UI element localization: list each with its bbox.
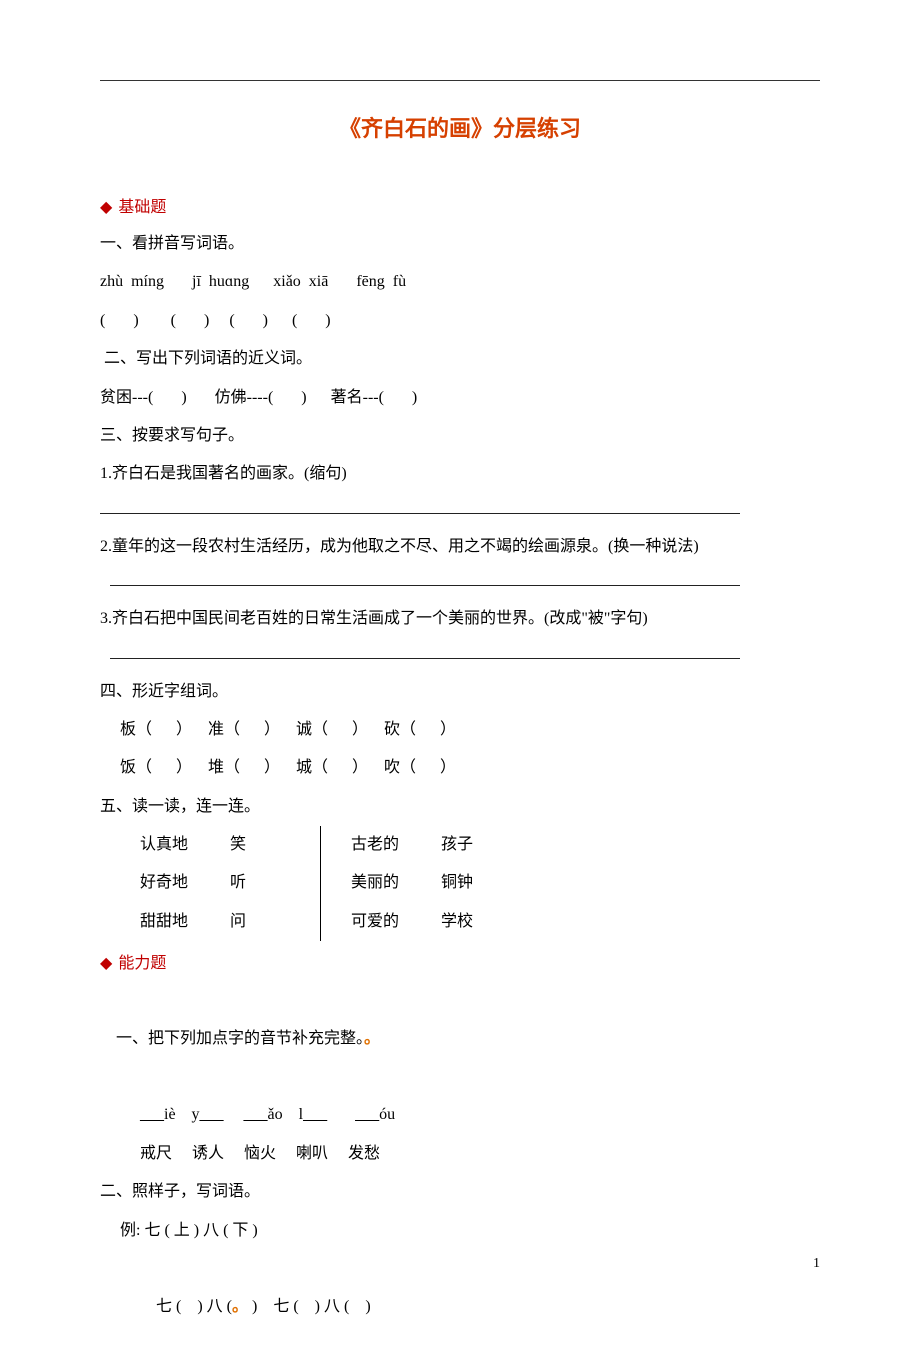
ab1-heading: 一、把下列加点字的音节补充完整。。 (100, 981, 820, 1096)
q5-r3-r1: 可爱的 (351, 903, 441, 941)
q3-answer2[interactable] (110, 584, 740, 586)
q5-heading: 五、读一读，连一连。 (100, 788, 820, 826)
ab1-heading-text: 一、把下列加点字的音节补充完整。 (116, 1030, 364, 1047)
ab2-blanks[interactable]: 七 ( ) 八 (。 ) 七 ( ) 八 ( ) (100, 1250, 820, 1365)
ab2-example: 例: 七 ( 上 ) 八 ( 下 ) (100, 1212, 820, 1250)
divider-icon (320, 864, 321, 902)
dot-icon: 。 (232, 1298, 248, 1315)
diamond-icon: ◆ (100, 199, 112, 216)
dot-icon: 。 (364, 1030, 380, 1047)
ab1-u3[interactable]: ___ (244, 1106, 268, 1123)
section-basic: ◆ 基础题 (100, 193, 820, 217)
q1-heading: 一、看拼音写词语。 (100, 225, 820, 263)
q4-row1[interactable]: 板（ ） 准（ ） 诚（ ） 砍（ ） (100, 711, 820, 749)
q5-r2-r2: 铜钟 (441, 864, 511, 902)
q1-blanks[interactable]: ( ) ( ) ( ) ( ) (100, 302, 820, 340)
q4-heading: 四、形近字组词。 (100, 673, 820, 711)
section-ability-label: 能力题 (118, 955, 166, 972)
q5-r1-l2: 笑 (230, 826, 300, 864)
divider-icon (320, 826, 321, 864)
worksheet-page: 《齐白石的画》分层练习 ◆ 基础题 一、看拼音写词语。 zhù míng jī h… (0, 0, 920, 1302)
q4-row2[interactable]: 饭（ ） 堆（ ） 城（ ） 吹（ ） (100, 749, 820, 787)
section-ability: ◆ 能力题 (100, 949, 820, 973)
q5-r3-l1: 甜甜地 (140, 903, 230, 941)
diamond-icon: ◆ (100, 955, 112, 972)
ab1-u4[interactable]: ___ (303, 1106, 327, 1123)
q3-answer3[interactable] (110, 657, 740, 659)
ab1-u5[interactable]: ___ (355, 1106, 379, 1123)
ab2-blanks-post: ) 七 ( ) 八 ( ) (248, 1298, 371, 1315)
ab2-blanks-pre: 七 ( ) 八 ( (116, 1298, 232, 1315)
q2-content[interactable]: 贫困---( ) 仿佛----( ) 著名---( ) (100, 379, 820, 417)
section-basic-label: 基础题 (118, 199, 166, 216)
q5-r2-r1: 美丽的 (351, 864, 441, 902)
q3-heading: 三、按要求写句子。 (100, 417, 820, 455)
q5-row3[interactable]: 甜甜地 问 可爱的 学校 (140, 903, 820, 941)
document-title: 《齐白石的画》分层练习 (100, 111, 820, 143)
q1-pinyin: zhù míng jī huɑng xiǎo xiā fēng fù (100, 263, 820, 301)
ab1-pinyin[interactable]: ___iè y___ ___ǎo l___ ___óu (140, 1096, 820, 1134)
q5-r3-r2: 学校 (441, 903, 511, 941)
q5-row2[interactable]: 好奇地 听 美丽的 铜钟 (140, 864, 820, 902)
q3-answer1[interactable] (100, 512, 740, 514)
q3-item1: 1.齐白石是我国著名的画家。(缩句) (100, 455, 820, 493)
q3-item2: 2.童年的这一段农村生活经历，成为他取之不尽、用之不竭的绘画源泉。(换一种说法) (100, 528, 820, 566)
q3-item3: 3.齐白石把中国民间老百姓的日常生活画成了一个美丽的世界。(改成"被"字句) (100, 600, 820, 638)
ab1-u2[interactable]: ___ (200, 1106, 224, 1123)
q5-r1-r1: 古老的 (351, 826, 441, 864)
top-rule (100, 80, 820, 81)
ab1-u1[interactable]: ___ (140, 1106, 164, 1123)
q5-r1-l1: 认真地 (140, 826, 230, 864)
q5-r1-r2: 孩子 (441, 826, 511, 864)
q5-row1[interactable]: 认真地 笑 古老的 孩子 (140, 826, 820, 864)
ab2-heading: 二、照样子，写词语。 (100, 1173, 820, 1211)
divider-icon (320, 903, 321, 941)
page-number: 1 (813, 1256, 820, 1272)
q2-heading: 二、写出下列词语的近义词。 (100, 340, 820, 378)
q5-r3-l2: 问 (230, 903, 300, 941)
q5-r2-l1: 好奇地 (140, 864, 230, 902)
q5-r2-l2: 听 (230, 864, 300, 902)
ab1-words: 戒尺 诱人 恼火 喇叭 发愁 (140, 1135, 820, 1173)
